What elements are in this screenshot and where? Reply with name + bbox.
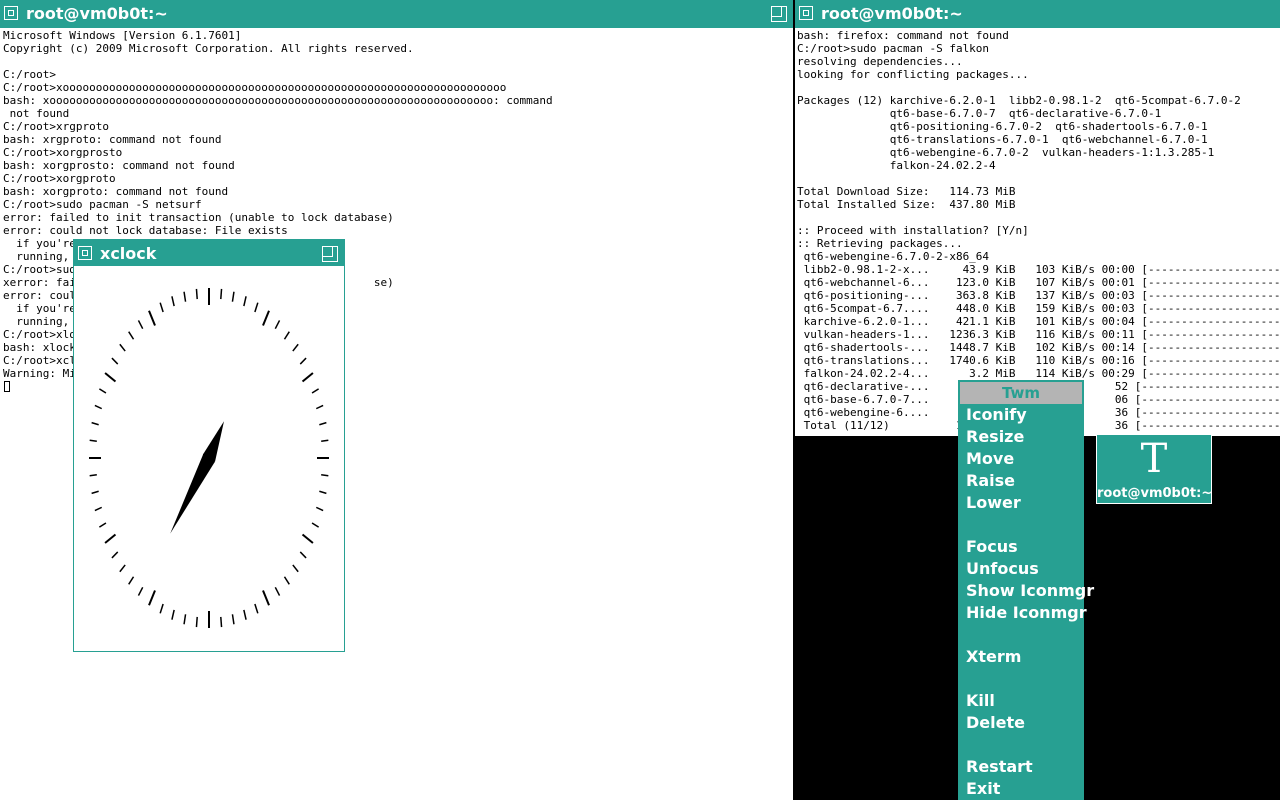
minute-tick [283, 576, 290, 585]
minute-tick [159, 302, 164, 313]
minute-tick [171, 609, 175, 620]
minute-tick [243, 609, 247, 620]
minute-tick [321, 473, 329, 477]
minute-tick [159, 603, 164, 614]
menu-item-unfocus[interactable]: Unfocus [966, 559, 1039, 578]
xclock-title: xclock [100, 244, 157, 263]
hour-tick [148, 590, 156, 606]
iconify-icon[interactable] [78, 246, 92, 260]
hour-tick [301, 372, 314, 383]
right-terminal-titlebar[interactable]: root@vm0b0t:~ [795, 0, 1280, 28]
minute-tick [89, 473, 97, 477]
xclock-window[interactable]: xclock [73, 239, 345, 652]
resize-icon[interactable] [322, 246, 338, 262]
minute-tick [220, 288, 223, 300]
minute-tick [128, 576, 135, 585]
iconified-terminal-label: root@vm0b0t:~ [1097, 486, 1213, 501]
minute-tick [283, 331, 290, 340]
minute-tick [119, 564, 126, 573]
clock-minute-hand [170, 449, 215, 534]
minute-tick [319, 421, 327, 426]
minute-tick [315, 506, 324, 512]
minute-tick [195, 616, 198, 628]
terminal-icon: T [1140, 436, 1168, 482]
minute-tick [274, 320, 281, 330]
minute-tick [231, 291, 235, 302]
iconified-terminal[interactable]: T root@vm0b0t:~ [1096, 434, 1212, 504]
menu-item-hide-iconmgr[interactable]: Hide Iconmgr [966, 603, 1087, 622]
left-terminal-titlebar[interactable]: root@vm0b0t:~ [0, 0, 793, 28]
minute-tick [311, 522, 320, 528]
minute-tick [299, 551, 307, 559]
minute-tick [292, 343, 299, 352]
minute-tick [183, 614, 187, 625]
menu-item-lower[interactable]: Lower [966, 493, 1021, 512]
iconify-icon[interactable] [4, 6, 18, 20]
twm-menu-title: Twm [960, 382, 1082, 404]
minute-tick [89, 439, 97, 443]
hour-tick [104, 533, 117, 544]
minute-tick [98, 388, 107, 394]
minute-tick [311, 388, 320, 394]
minute-tick [137, 320, 144, 330]
iconify-icon[interactable] [799, 6, 813, 20]
minute-tick [98, 522, 107, 528]
hour-tick [301, 533, 314, 544]
menu-item-focus[interactable]: Focus [966, 537, 1018, 556]
clock-face [89, 288, 329, 628]
minute-tick [254, 302, 259, 313]
menu-item-move[interactable]: Move [966, 449, 1014, 468]
hour-tick [148, 310, 156, 326]
minute-tick [220, 616, 223, 628]
minute-tick [111, 551, 119, 559]
minute-tick [119, 343, 126, 352]
minute-tick [94, 506, 103, 512]
minute-tick [292, 564, 299, 573]
menu-item-exit[interactable]: Exit [966, 779, 1000, 798]
terminal-cursor [4, 381, 10, 392]
menu-item-raise[interactable]: Raise [966, 471, 1015, 490]
menu-item-delete[interactable]: Delete [966, 713, 1025, 732]
minute-tick [183, 291, 187, 302]
right-terminal-title: root@vm0b0t:~ [821, 4, 963, 23]
menu-item-restart[interactable]: Restart [966, 757, 1033, 776]
hour-tick [262, 310, 270, 326]
menu-item-resize[interactable]: Resize [966, 427, 1024, 446]
minute-tick [91, 490, 99, 495]
menu-item-show-iconmgr[interactable]: Show Iconmgr [966, 581, 1094, 600]
xclock-titlebar[interactable]: xclock [74, 240, 344, 266]
minute-tick [315, 404, 324, 410]
resize-icon[interactable] [771, 6, 787, 22]
minute-tick [243, 296, 247, 307]
menu-item-kill[interactable]: Kill [966, 691, 995, 710]
minute-tick [128, 331, 135, 340]
right-terminal-window[interactable]: root@vm0b0t:~ bash: firefox: command not… [795, 0, 1280, 436]
right-terminal-output[interactable]: bash: firefox: command not found C:/root… [797, 29, 1280, 435]
hour-tick [262, 590, 270, 606]
minute-tick [171, 296, 175, 307]
menu-item-iconify[interactable]: Iconify [966, 405, 1027, 424]
minute-tick [299, 357, 307, 365]
hour-tick [104, 372, 117, 383]
minute-tick [91, 421, 99, 426]
minute-tick [319, 490, 327, 495]
minute-tick [111, 357, 119, 365]
minute-tick [274, 586, 281, 596]
left-terminal-title: root@vm0b0t:~ [26, 4, 168, 23]
minute-tick [137, 586, 144, 596]
menu-item-xterm[interactable]: Xterm [966, 647, 1021, 666]
minute-tick [94, 404, 103, 410]
minute-tick [195, 288, 198, 300]
minute-tick [254, 603, 259, 614]
twm-menu[interactable]: Twm Iconify Resize Move Raise Lower Focu… [958, 380, 1094, 800]
minute-tick [231, 614, 235, 625]
minute-tick [321, 439, 329, 443]
